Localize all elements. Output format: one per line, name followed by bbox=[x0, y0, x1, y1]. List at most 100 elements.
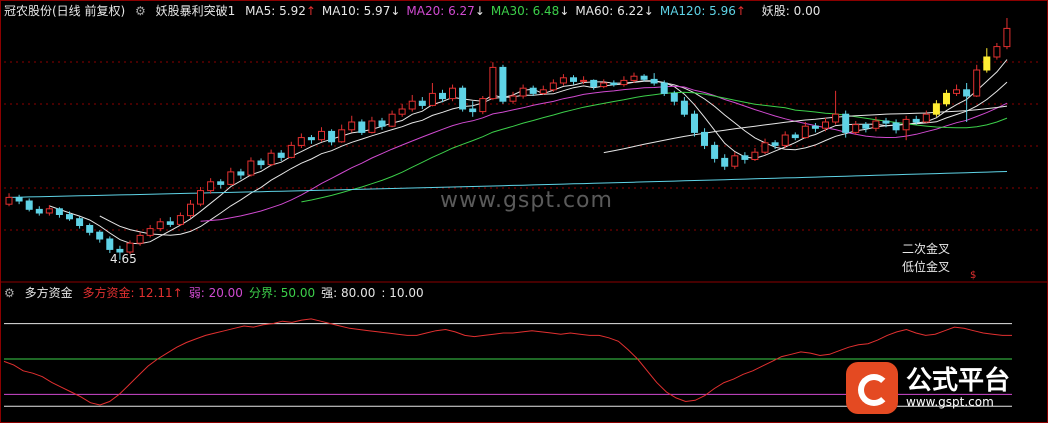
candle-body bbox=[630, 75, 638, 81]
candle-body bbox=[217, 181, 225, 185]
logo-icon bbox=[846, 362, 898, 414]
ma-item-0: MA5: 5.92↑ bbox=[245, 4, 316, 18]
candle-body bbox=[791, 134, 799, 139]
candle-body bbox=[590, 79, 598, 88]
candle-body bbox=[156, 221, 164, 230]
candle-body bbox=[922, 113, 930, 123]
sub-item-arrow-0: ↑ bbox=[172, 286, 183, 300]
candle-body bbox=[781, 134, 789, 146]
candle-body bbox=[701, 131, 708, 146]
low-price-label: 4.65 bbox=[110, 252, 137, 266]
candle-body bbox=[882, 120, 890, 124]
candle-body bbox=[902, 118, 910, 131]
ma-values: MA5: 5.92↑ MA10: 5.97↓ MA20: 6.27↓ MA30: 6.… bbox=[245, 4, 752, 18]
ma-item-arrow-2: ↓ bbox=[474, 4, 485, 18]
watermark: www.gspt.com bbox=[440, 188, 613, 213]
candle-body bbox=[741, 155, 749, 160]
candle-body bbox=[600, 82, 608, 88]
candle-body bbox=[176, 215, 184, 225]
candle-body bbox=[832, 113, 840, 123]
candle-body bbox=[519, 87, 527, 97]
candle-body bbox=[711, 144, 719, 159]
logo-url: www.gspt.com bbox=[906, 395, 994, 409]
candle-body bbox=[731, 155, 739, 167]
candle-body bbox=[45, 208, 53, 214]
yaogu-value: 妖股: 0.00 bbox=[761, 4, 821, 18]
candle-body bbox=[973, 69, 981, 97]
candle-body bbox=[166, 221, 174, 225]
candle-body bbox=[761, 142, 769, 153]
candle-body bbox=[66, 214, 73, 220]
candle-body bbox=[691, 113, 698, 133]
candle-body bbox=[721, 157, 729, 167]
candle-body bbox=[912, 118, 920, 123]
dollar-marker: $ bbox=[970, 270, 977, 281]
candlesticks[interactable] bbox=[5, 18, 1011, 260]
candle-body bbox=[943, 92, 950, 105]
candle-body bbox=[539, 89, 547, 94]
candle-body bbox=[267, 152, 275, 166]
candle-body bbox=[287, 144, 295, 158]
candle-body bbox=[449, 87, 456, 100]
sub-indicator-name[interactable]: 多方资金 bbox=[25, 286, 73, 300]
candle-body bbox=[822, 121, 829, 129]
candle-body bbox=[509, 95, 517, 102]
candle-body bbox=[307, 137, 315, 141]
candle-body bbox=[368, 120, 376, 133]
sub-indicator-values: 多方资金: 12.11↑ 弱: 20.00 分界: 50.00 强: 80.00: 1… bbox=[82, 286, 429, 300]
candle-body bbox=[953, 89, 960, 94]
ma-item-5: MA120: 5.96↑ bbox=[659, 4, 746, 18]
candle-body bbox=[529, 87, 537, 94]
sub-item-1: 弱: 20.00 bbox=[188, 286, 243, 300]
indicator-name[interactable]: 妖股暴利突破1 bbox=[156, 4, 236, 18]
candle-body bbox=[136, 234, 144, 244]
ma-item-arrow-3: ↓ bbox=[559, 4, 570, 18]
candle-body bbox=[559, 77, 567, 84]
candle-body bbox=[146, 228, 154, 236]
signal-label-second-cross: 二次金叉 bbox=[902, 242, 951, 256]
ma-item-3: MA30: 6.48↓ bbox=[490, 4, 570, 18]
candle-body bbox=[106, 238, 114, 250]
candle-body bbox=[25, 200, 33, 210]
candle-body bbox=[187, 203, 194, 217]
candle-body bbox=[126, 242, 134, 253]
settings-icon[interactable]: ⚙ bbox=[4, 286, 15, 300]
candle-body bbox=[35, 208, 43, 214]
ma-item-4: MA60: 6.22↓ bbox=[575, 4, 654, 18]
ma-item-arrow-1: ↓ bbox=[390, 4, 401, 18]
candle-body bbox=[197, 190, 204, 205]
settings-icon[interactable]: ⚙ bbox=[135, 4, 146, 18]
candle-body bbox=[96, 231, 104, 240]
candle-body bbox=[398, 108, 406, 115]
candle-body bbox=[499, 66, 507, 102]
stock-title[interactable]: 冠农股份(日线 前复权) bbox=[4, 4, 125, 18]
candle-body bbox=[963, 89, 971, 97]
candle-body bbox=[277, 152, 285, 158]
candle-body bbox=[388, 113, 396, 127]
sub-indicator-header: ⚙ 多方资金 多方资金: 12.11↑ 弱: 20.00 分界: 50.00 强: 8… bbox=[4, 284, 436, 302]
ma-item-2: MA20: 6.27↓ bbox=[406, 4, 485, 18]
candle-body bbox=[489, 66, 497, 100]
candle-body bbox=[247, 160, 255, 176]
candle-body bbox=[418, 100, 426, 106]
candle-body bbox=[297, 137, 305, 146]
candle-body bbox=[5, 196, 13, 205]
candle-body bbox=[932, 103, 940, 115]
candle-body bbox=[842, 113, 850, 133]
candle-body bbox=[338, 129, 346, 143]
ma-item-arrow-5: ↑ bbox=[735, 4, 746, 18]
candle-body bbox=[1003, 27, 1011, 48]
candle-body bbox=[670, 92, 678, 102]
candle-body bbox=[469, 108, 477, 113]
candle-body bbox=[358, 121, 366, 133]
candle-body bbox=[459, 87, 467, 110]
candle-body bbox=[570, 77, 577, 82]
candle-body bbox=[76, 218, 84, 226]
candle-body bbox=[15, 196, 23, 202]
candle-body bbox=[640, 75, 648, 80]
candle-body bbox=[852, 124, 860, 133]
candle-body bbox=[892, 122, 900, 131]
candle-body bbox=[86, 225, 94, 233]
sub-item-0: 多方资金: 12.11↑ bbox=[82, 286, 183, 300]
candle-body bbox=[257, 160, 265, 166]
